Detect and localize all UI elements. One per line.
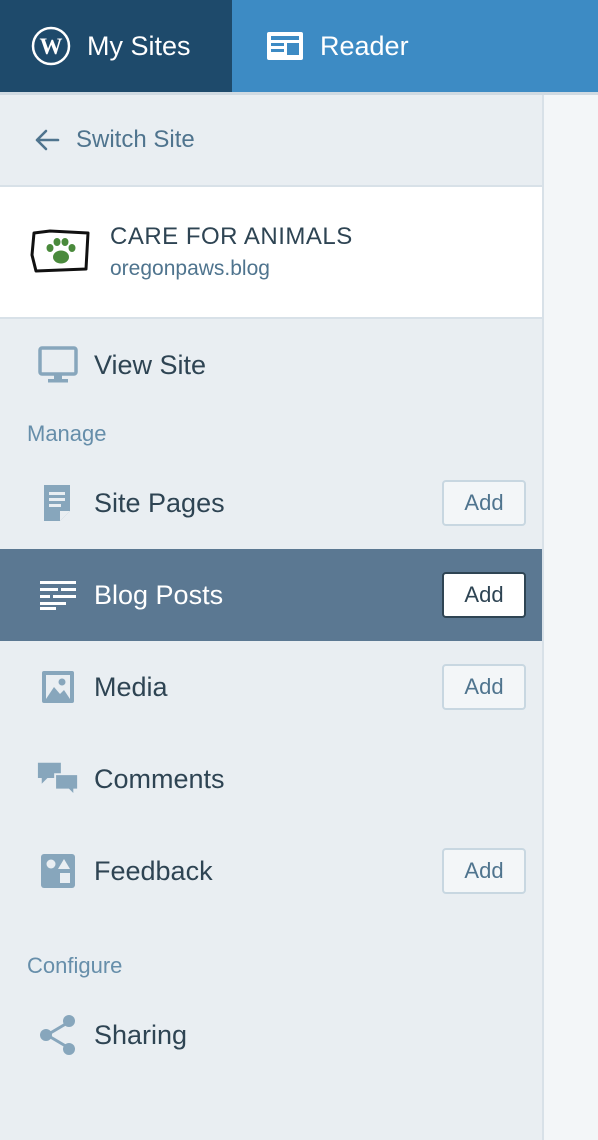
section-configure: Configure <box>27 953 123 978</box>
monitor-icon <box>36 345 80 385</box>
reader-label: Reader <box>320 30 409 61</box>
add-post-button[interactable]: Add <box>442 572 526 618</box>
sidebar-item-sharing[interactable]: Sharing <box>0 989 542 1081</box>
sidebar-item-label: Media <box>94 671 168 702</box>
svg-text:W: W <box>40 34 63 59</box>
page-icon <box>36 483 80 523</box>
site-title: CARE FOR ANIMALS <box>110 223 353 250</box>
add-feedback-button[interactable]: Add <box>442 848 526 894</box>
section-manage: Manage <box>27 421 107 446</box>
posts-icon <box>36 579 80 611</box>
my-sites-label: My Sites <box>87 30 191 61</box>
sidebar-item-site-pages[interactable]: Site Pages Add <box>0 457 542 549</box>
main-content-area <box>544 95 598 1140</box>
wordpress-logo-icon: W <box>31 26 71 66</box>
switch-site-label: Switch Site <box>76 126 195 153</box>
masterbar: W My Sites Reader <box>0 0 598 92</box>
add-media-button[interactable]: Add <box>442 664 526 710</box>
sidebar-item-blog-posts[interactable]: Blog Posts Add <box>0 549 542 641</box>
reader-icon <box>266 31 304 61</box>
comments-icon <box>36 760 80 798</box>
sidebar-item-label: Blog Posts <box>94 579 224 610</box>
sidebar-item-label: Site Pages <box>94 487 225 518</box>
sidebar-item-feedback[interactable]: Feedback Add <box>0 825 542 917</box>
site-logo <box>28 219 94 285</box>
current-site-card[interactable]: CARE FOR ANIMALS oregonpaws.blog <box>0 187 542 319</box>
site-info: CARE FOR ANIMALS oregonpaws.blog <box>110 223 353 281</box>
sidebar-item-label: Comments <box>94 763 225 794</box>
sidebar-item-label: Sharing <box>94 1019 188 1050</box>
sidebar: Switch Site CARE FOR ANIMALS oregonpaws.… <box>0 95 544 1140</box>
reader-tab[interactable]: Reader <box>232 0 409 92</box>
share-icon <box>36 1014 80 1056</box>
arrow-left-icon <box>34 128 60 152</box>
sidebar-item-label: Feedback <box>94 855 213 886</box>
my-sites-tab[interactable]: W My Sites <box>0 0 232 92</box>
switch-site-link[interactable]: Switch Site <box>0 95 542 187</box>
image-icon <box>36 670 80 704</box>
site-domain: oregonpaws.blog <box>110 257 270 280</box>
view-site-label: View Site <box>94 349 207 380</box>
add-page-button[interactable]: Add <box>442 480 526 526</box>
sidebar-item-comments[interactable]: Comments <box>0 733 542 825</box>
view-site-item[interactable]: View Site <box>0 319 542 411</box>
feedback-icon <box>36 853 80 889</box>
sidebar-item-media[interactable]: Media Add <box>0 641 542 733</box>
